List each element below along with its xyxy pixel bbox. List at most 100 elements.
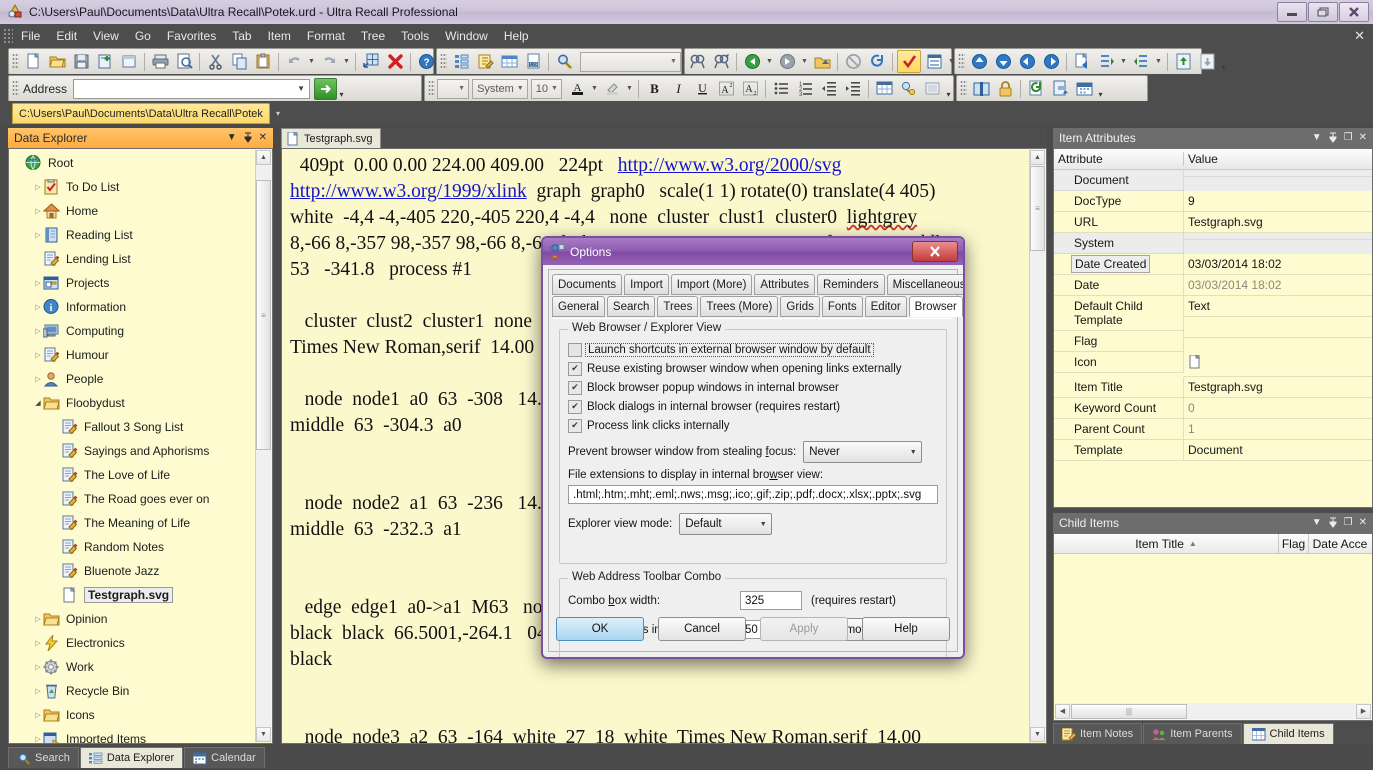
attribute-row[interactable]: Item Title Testgraph.svg <box>1054 377 1372 398</box>
properties-icon[interactable] <box>923 51 945 72</box>
document-tab-testgraph[interactable]: Testgraph.svg <box>281 128 382 148</box>
sync-icon[interactable] <box>1025 78 1047 99</box>
insert-link-icon[interactable] <box>897 78 919 99</box>
superscript-icon[interactable]: A2 <box>715 78 737 99</box>
underline-icon[interactable]: U <box>691 78 713 99</box>
close-icon[interactable]: ✕ <box>1359 517 1367 528</box>
undo-icon[interactable] <box>283 51 305 72</box>
attribute-row[interactable]: Keyword Count 0 <box>1054 398 1372 419</box>
toolbar-grip[interactable] <box>958 53 965 70</box>
checkbox-row[interactable]: ✔ Block dialogs in internal browser (requ… <box>568 397 938 416</box>
scroll-up-arrow[interactable]: ▲ <box>1030 150 1045 165</box>
options-tab-trees-more[interactable]: Trees (More) <box>700 296 779 317</box>
tree-vertical-scrollbar[interactable]: ▲ ≡ ▼ <box>255 150 271 742</box>
close-icon[interactable]: ✕ <box>259 132 267 143</box>
toolbar-overflow[interactable]: ▾ <box>1219 51 1228 73</box>
table-icon[interactable] <box>498 51 520 72</box>
style-select[interactable]: ▼ <box>437 78 470 99</box>
tree-item-icons[interactable]: ▷ Icons <box>9 703 272 727</box>
child-items-horizontal-scrollbar[interactable]: ◀ ||| ▶ <box>1055 703 1371 719</box>
ok-button[interactable]: OK <box>556 617 644 641</box>
prevent-focus-select[interactable]: Never ▼ <box>803 441 923 463</box>
expand-arrow-icon[interactable]: ▷ <box>33 327 43 335</box>
chevron-down-icon[interactable]: ▼ <box>548 85 561 92</box>
file-tab-overflow[interactable]: ▾ <box>276 109 280 118</box>
options-tab-general[interactable]: General <box>552 296 605 317</box>
tree-item-people[interactable]: ▷ People <box>9 367 272 391</box>
new-window-icon[interactable] <box>118 51 140 72</box>
collapse-arrow-icon[interactable]: ◢ <box>33 399 43 407</box>
check-icon[interactable] <box>897 50 921 73</box>
menu-item-tab[interactable]: Tab <box>224 26 259 46</box>
chevron-down-icon[interactable]: ▼ <box>755 521 771 528</box>
minimize-button[interactable] <box>1277 2 1307 22</box>
expand-arrow-icon[interactable]: ▷ <box>33 375 43 383</box>
attribute-group-row[interactable]: Document <box>1054 170 1372 191</box>
numbered-list-icon[interactable]: 123 <box>794 78 816 99</box>
redo-dropdown[interactable]: ▼ <box>341 51 352 72</box>
column-header-date-accessed[interactable]: Date Acce <box>1309 534 1371 553</box>
options-tab-import-more[interactable]: Import (More) <box>670 274 753 295</box>
search-input[interactable]: ▼ <box>580 51 681 72</box>
import-icon[interactable] <box>1049 78 1071 99</box>
copy-icon[interactable] <box>228 51 250 72</box>
up-folder-icon[interactable] <box>811 51 833 72</box>
options-tab-trees[interactable]: Trees <box>657 296 699 317</box>
tree-item-bluenote-jazz[interactable]: Bluenote Jazz <box>9 559 272 583</box>
external-link[interactable]: http://www.w3.org/1999/xlink <box>290 181 527 202</box>
go-button[interactable] <box>314 77 338 100</box>
menu-item-favorites[interactable]: Favorites <box>159 26 224 46</box>
expand-arrow-icon[interactable]: ▷ <box>33 615 43 623</box>
promote-icon[interactable] <box>1172 51 1194 72</box>
bold-icon[interactable]: B <box>643 78 665 99</box>
expand-arrow-icon[interactable]: ▷ <box>33 639 43 647</box>
menu-item-edit[interactable]: Edit <box>48 26 85 46</box>
attribute-row[interactable]: Icon <box>1054 352 1372 377</box>
scroll-thumb[interactable]: ≡ <box>256 180 271 450</box>
tree-item-the-meaning-of-life[interactable]: The Meaning of Life <box>9 511 272 535</box>
scroll-down-arrow[interactable]: ▼ <box>1030 727 1045 742</box>
help-icon[interactable]: ? <box>415 51 437 72</box>
help-button[interactable]: Help <box>862 617 950 641</box>
toolbar-overflow[interactable]: ▾ <box>944 78 953 100</box>
tree-item-to-do-list[interactable]: ▷ To Do List <box>9 175 272 199</box>
delete-icon[interactable] <box>384 51 406 72</box>
cut-icon[interactable] <box>204 51 226 72</box>
font-color-icon[interactable]: A <box>566 78 588 99</box>
highlight-icon[interactable] <box>601 78 623 99</box>
options-tab-miscellaneous[interactable]: Miscellaneous <box>886 274 963 295</box>
options-tab-editor[interactable]: Editor <box>864 296 907 317</box>
menu-item-file[interactable]: File <box>13 26 48 46</box>
expand-arrow-icon[interactable]: ▷ <box>33 735 43 743</box>
toolbar-grip[interactable] <box>440 53 447 70</box>
toolbar-overflow[interactable]: ▾ <box>337 78 346 100</box>
menu-item-go[interactable]: Go <box>127 26 159 46</box>
bottom-tab-calendar[interactable]: Calendar <box>184 747 265 768</box>
options-dialog-close-button[interactable] <box>912 241 958 262</box>
new-item-icon[interactable] <box>94 51 116 72</box>
close-document-icon[interactable]: ✕ <box>1354 28 1365 44</box>
tree-item-electronics[interactable]: ▷ Electronics <box>9 631 272 655</box>
menu-item-tools[interactable]: Tools <box>393 26 437 46</box>
tree-item-the-road-goes-ever-on[interactable]: The Road goes ever on <box>9 487 272 511</box>
file-extensions-input[interactable]: .html;.htm;.mht;.eml;.nws;.msg;.ico;.gif… <box>568 485 938 504</box>
indent-icon[interactable] <box>1095 51 1117 72</box>
edit-note-icon[interactable] <box>474 51 496 72</box>
scroll-thumb[interactable]: ≡ <box>1030 166 1045 251</box>
close-button[interactable] <box>1339 2 1369 22</box>
move-down-icon[interactable] <box>992 51 1014 72</box>
open-file-tab[interactable]: C:\Users\Paul\Documents\Data\Ultra Recal… <box>12 103 270 124</box>
tree-item-the-love-of-life[interactable]: The Love of Life <box>9 463 272 487</box>
tree-item-random-notes[interactable]: Random Notes <box>9 535 272 559</box>
external-link[interactable]: http://www.w3.org/2000/svg <box>618 155 842 176</box>
expand-arrow-icon[interactable]: ▷ <box>33 711 43 719</box>
pin-icon[interactable] <box>1328 132 1338 144</box>
print-icon[interactable] <box>149 51 171 72</box>
menu-item-window[interactable]: Window <box>437 26 496 46</box>
tree-item-reading-list[interactable]: ▷ Reading List <box>9 223 272 247</box>
paste-icon[interactable] <box>252 51 274 72</box>
combo-width-input[interactable]: 325 <box>740 591 802 610</box>
increase-indent-icon[interactable] <box>842 78 864 99</box>
attribute-row[interactable]: Date 03/03/2014 18:02 <box>1054 275 1372 296</box>
options-tab-search[interactable]: Search <box>606 296 656 317</box>
